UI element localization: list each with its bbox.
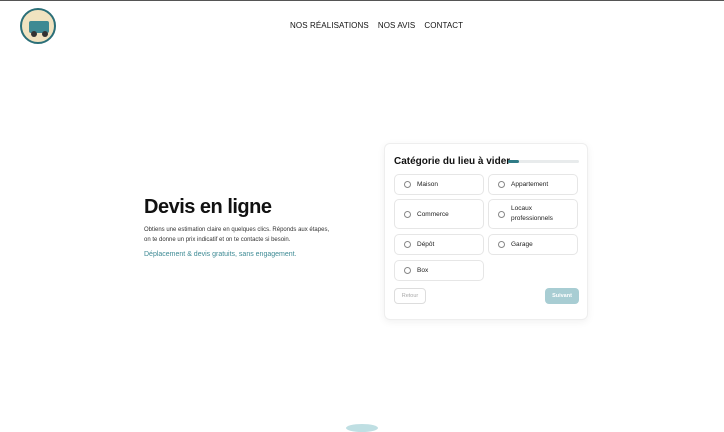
option-label: Box [417,267,429,274]
option-label: Locaux professionnels [511,205,553,222]
option-maison[interactable]: Maison [394,174,484,195]
radio-icon [498,210,505,218]
option-label: Dépôt [417,241,435,248]
option-garage[interactable]: Garage [488,234,578,255]
step-title: Catégorie du lieu à vider [394,156,511,167]
hero: Devis en ligne Obtiens une estimation cl… [144,196,334,258]
nav-avis[interactable]: NOS AVIS [378,21,416,30]
hero-description: Obtiens une estimation claire en quelque… [144,227,330,243]
option-label: Commerce [417,210,449,218]
option-label: Garage [511,241,533,248]
option-label: Maison [417,181,438,188]
option-appartement[interactable]: Appartement [488,174,578,195]
option-depot[interactable]: Dépôt [394,234,484,255]
option-locaux[interactable]: Locaux professionnels [488,199,578,229]
progress-fill [508,160,519,163]
radio-icon [404,210,411,218]
decorative-shape [346,424,378,432]
back-button[interactable]: Retour [394,288,426,304]
logo[interactable] [20,8,56,44]
radio-icon [498,181,505,188]
top-border [0,0,724,1]
radio-icon [404,267,411,274]
wheel-icon [42,31,48,37]
option-label: Appartement [511,181,549,188]
radio-icon [404,181,411,188]
wheel-icon [31,31,37,37]
quote-form-card: Catégorie du lieu à vider Maison Apparte… [384,143,588,320]
radio-icon [404,241,411,248]
nav-contact[interactable]: CONTACT [424,21,463,30]
next-button[interactable]: Suivant [545,288,579,304]
option-box[interactable]: Box [394,260,484,281]
page-title: Devis en ligne [144,196,272,218]
hero-note: Déplacement & devis gratuits, sans engag… [144,251,297,258]
radio-icon [498,241,505,248]
progress-bar [508,160,579,163]
option-commerce[interactable]: Commerce [394,199,484,229]
nav-realisations[interactable]: NOS RÉALISATIONS [290,21,369,30]
main-nav: NOS RÉALISATIONS NOS AVIS CONTACT [290,21,463,30]
